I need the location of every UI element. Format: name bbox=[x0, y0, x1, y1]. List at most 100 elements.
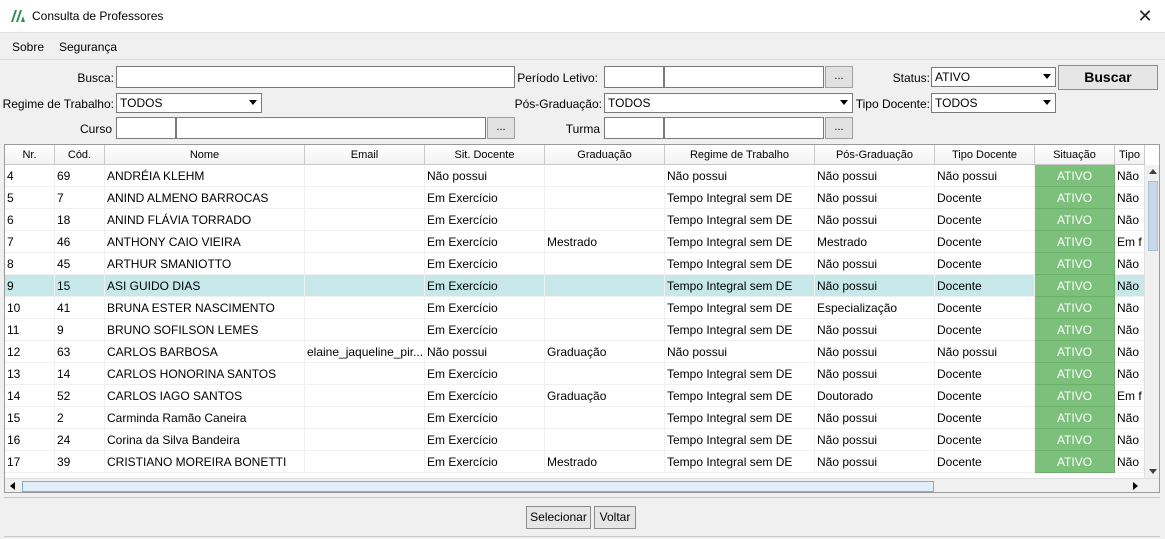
close-icon[interactable]: ✕ bbox=[1135, 6, 1155, 26]
turma-lookup-button[interactable]: ... bbox=[825, 117, 853, 139]
table-row[interactable]: 13 14 CARLOS HONORINA SANTOS Em Exercício Te… bbox=[5, 363, 1145, 385]
table-row[interactable]: 8 45 ARTHUR SMANIOTTO Em Exercício Tempo Int… bbox=[5, 253, 1145, 275]
turma-code-input[interactable] bbox=[604, 117, 664, 139]
chevron-down-icon bbox=[1043, 100, 1051, 105]
header-col-sit-docente[interactable]: Sit. Docente bbox=[425, 145, 545, 165]
chevron-down-icon bbox=[249, 100, 257, 105]
col-cod-cell: 45 bbox=[55, 253, 105, 275]
col-graduacao-cell: Mestrado bbox=[545, 231, 665, 253]
table-row[interactable]: 15 2 Carminda Ramão Caneira Em Exercício Tem… bbox=[5, 407, 1145, 429]
col-nome-cell: BRUNA ESTER NASCIMENTO bbox=[105, 297, 305, 319]
col-cod-cell: 15 bbox=[55, 275, 105, 297]
status-label: Status: bbox=[892, 71, 930, 85]
pos-graduacao-select-value: TODOS bbox=[608, 96, 651, 110]
col-tipo-docente-cell: Docente bbox=[935, 451, 1035, 473]
col-tipo-cell: Não bbox=[1115, 319, 1145, 341]
col-nr-cell: 11 bbox=[5, 319, 55, 341]
status-select[interactable]: ATIVO bbox=[931, 67, 1056, 87]
col-situacao-cell: ATIVO bbox=[1035, 341, 1115, 363]
regime-select-value: TODOS bbox=[120, 96, 163, 110]
vertical-scrollbar[interactable] bbox=[1144, 165, 1159, 478]
table-row[interactable]: 6 18 ANIND FLÁVIA TORRADO Em Exercício Tempo… bbox=[5, 209, 1145, 231]
header-col-nome[interactable]: Nome bbox=[105, 145, 305, 165]
col-nome-cell: ARTHUR SMANIOTTO bbox=[105, 253, 305, 275]
table-row[interactable]: 5 7 ANIND ALMENO BARROCAS Em Exercício Tempo… bbox=[5, 187, 1145, 209]
col-nome-cell: Corina da Silva Bandeira bbox=[105, 429, 305, 451]
table-row[interactable]: 16 24 Corina da Silva Bandeira Em Exercício… bbox=[5, 429, 1145, 451]
table-row[interactable]: 17 39 CRISTIANO MOREIRA BONETTI Em Exercíci… bbox=[5, 451, 1145, 473]
col-pos-graduacao-cell: Não possui bbox=[815, 429, 935, 451]
col-regime-cell: Tempo Integral sem DE bbox=[665, 407, 815, 429]
table-row[interactable]: 7 46 ANTHONY CAIO VIEIRA Em Exercício Mestra… bbox=[5, 231, 1145, 253]
curso-desc-input[interactable] bbox=[176, 117, 486, 139]
regime-select[interactable]: TODOS bbox=[116, 93, 262, 113]
menu-seguranca[interactable]: Segurança bbox=[59, 40, 117, 54]
col-regime-cell: Não possui bbox=[665, 165, 815, 187]
col-sit-docente-cell: Em Exercício bbox=[425, 319, 545, 341]
tipo-docente-select[interactable]: TODOS bbox=[931, 93, 1056, 113]
col-tipo-docente-cell: Não possui bbox=[935, 165, 1035, 187]
professores-table[interactable]: Nr. Cód. Nome Email Sit. Docente Graduação Reg… bbox=[4, 144, 1160, 493]
col-regime-cell: Tempo Integral sem DE bbox=[665, 275, 815, 297]
header-col-graduacao[interactable]: Graduação bbox=[545, 145, 665, 165]
horizontal-scrollbar[interactable] bbox=[5, 478, 1159, 492]
chevron-down-icon bbox=[1043, 74, 1051, 79]
col-sit-docente-cell: Em Exercício bbox=[425, 275, 545, 297]
col-pos-graduacao-cell: Não possui bbox=[815, 451, 935, 473]
col-nr-cell: 5 bbox=[5, 187, 55, 209]
curso-code-input[interactable] bbox=[116, 117, 176, 139]
curso-lookup-button[interactable]: ... bbox=[487, 117, 515, 139]
pos-graduacao-select[interactable]: TODOS bbox=[604, 93, 853, 113]
scroll-down-icon[interactable] bbox=[1149, 469, 1157, 474]
col-pos-graduacao-cell: Não possui bbox=[815, 275, 935, 297]
header-col-regime[interactable]: Regime de Trabalho bbox=[665, 145, 815, 165]
header-col-tipo[interactable]: Tipo bbox=[1115, 145, 1145, 165]
buscar-button[interactable]: Buscar bbox=[1058, 65, 1158, 90]
periodo-label: Período Letivo: bbox=[517, 71, 598, 85]
col-regime-cell: Tempo Integral sem DE bbox=[665, 451, 815, 473]
busca-input[interactable] bbox=[116, 66, 515, 88]
col-pos-graduacao-cell: Não possui bbox=[815, 165, 935, 187]
horizontal-scroll-thumb[interactable] bbox=[22, 481, 934, 492]
selecionar-button[interactable]: Selecionar bbox=[526, 506, 591, 529]
col-tipo-docente-cell: Docente bbox=[935, 385, 1035, 407]
periodo-code-input[interactable] bbox=[604, 66, 664, 88]
scroll-up-icon[interactable] bbox=[1149, 169, 1157, 174]
col-nome-cell: CRISTIANO MOREIRA BONETTI bbox=[105, 451, 305, 473]
table-row[interactable]: 10 41 BRUNA ESTER NASCIMENTO Em Exercício Te… bbox=[5, 297, 1145, 319]
vertical-scroll-thumb[interactable] bbox=[1148, 181, 1158, 251]
voltar-button[interactable]: Voltar bbox=[594, 506, 636, 529]
col-cod-cell: 2 bbox=[55, 407, 105, 429]
scroll-right-icon[interactable] bbox=[1133, 482, 1138, 490]
col-situacao-cell: ATIVO bbox=[1035, 385, 1115, 407]
table-row[interactable]: 12 63 CARLOS BARBOSA elaine_jaqueline_pir..… bbox=[5, 341, 1145, 363]
periodo-lookup-button[interactable]: ... bbox=[825, 66, 853, 88]
col-email-cell bbox=[305, 363, 425, 385]
header-col-nr[interactable]: Nr. bbox=[5, 145, 55, 165]
col-sit-docente-cell: Em Exercício bbox=[425, 187, 545, 209]
col-graduacao-cell bbox=[545, 297, 665, 319]
menu-sobre[interactable]: Sobre bbox=[12, 40, 44, 54]
header-col-cod[interactable]: Cód. bbox=[55, 145, 105, 165]
table-row[interactable]: 11 9 BRUNO SOFILSON LEMES Em Exercício Tempo… bbox=[5, 319, 1145, 341]
col-regime-cell: Tempo Integral sem DE bbox=[665, 319, 815, 341]
col-tipo-cell: Não bbox=[1115, 253, 1145, 275]
col-graduacao-cell: Graduação bbox=[545, 385, 665, 407]
turma-desc-input[interactable] bbox=[664, 117, 824, 139]
menu-bar: Sobre Segurança bbox=[0, 34, 1165, 60]
col-nr-cell: 13 bbox=[5, 363, 55, 385]
col-nr-cell: 6 bbox=[5, 209, 55, 231]
col-regime-cell: Tempo Integral sem DE bbox=[665, 363, 815, 385]
scroll-left-icon[interactable] bbox=[10, 482, 15, 490]
periodo-desc-input[interactable] bbox=[664, 66, 824, 88]
col-tipo-cell: Não bbox=[1115, 297, 1145, 319]
header-col-tipo-docente[interactable]: Tipo Docente bbox=[935, 145, 1035, 165]
header-col-pos-graduacao[interactable]: Pós-Graduação bbox=[815, 145, 935, 165]
table-row[interactable]: 14 52 CARLOS IAGO SANTOS Em Exercício Gradua… bbox=[5, 385, 1145, 407]
col-nome-cell: ANDRÉIA KLEHM bbox=[105, 165, 305, 187]
header-col-email[interactable]: Email bbox=[305, 145, 425, 165]
header-col-situacao[interactable]: Situação bbox=[1035, 145, 1115, 165]
table-row[interactable]: 4 69 ANDRÉIA KLEHM Não possui Não possui Não … bbox=[5, 165, 1145, 187]
table-row[interactable]: 9 15 ASI GUIDO DIAS Em Exercício Tempo Integ… bbox=[5, 275, 1145, 297]
col-situacao-cell: ATIVO bbox=[1035, 451, 1115, 473]
